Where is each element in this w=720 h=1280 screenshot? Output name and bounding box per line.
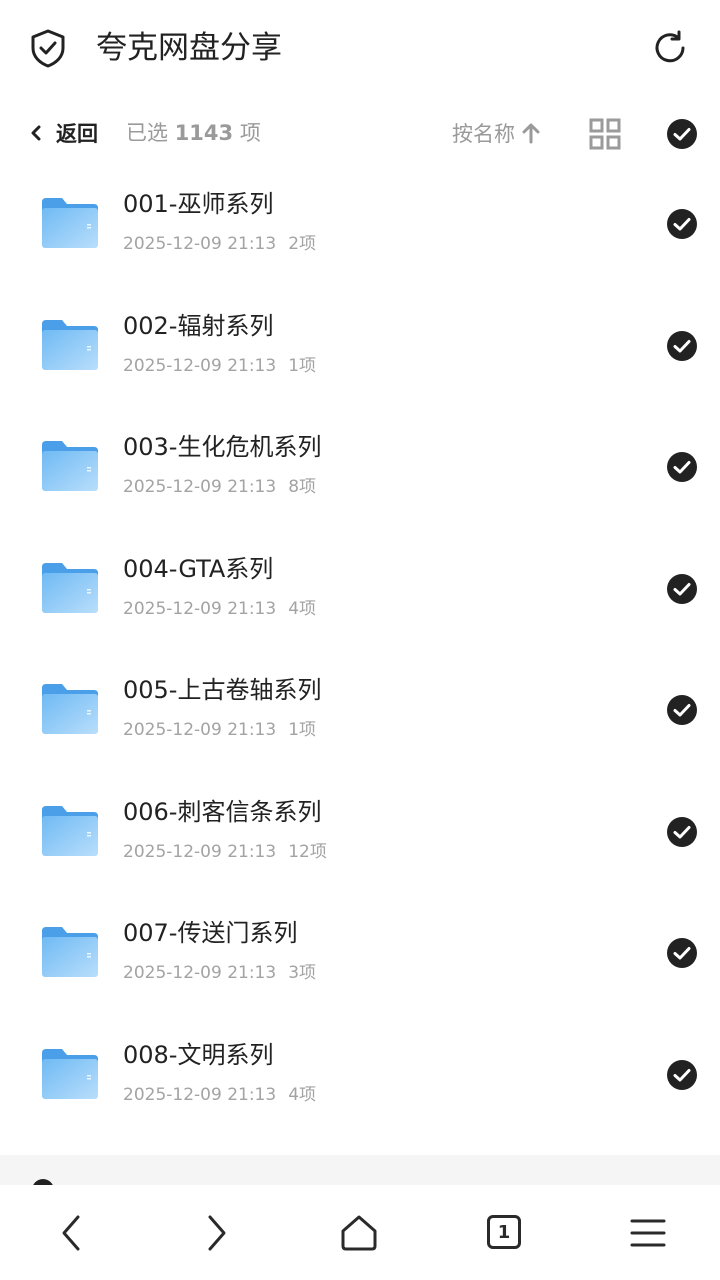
file-name: 005-上古卷轴系列 — [123, 676, 322, 704]
bottom-nav — [0, 1185, 720, 1280]
tip-banner — [0, 1155, 720, 1185]
shield-check-icon[interactable] — [28, 28, 68, 68]
file-date: 2025-12-09 21:13 — [123, 841, 277, 862]
file-meta: 2025-12-09 21:13 1项 — [123, 354, 316, 378]
file-item-count: 4项 — [288, 1084, 317, 1105]
file-date: 2025-12-09 21:13 — [123, 355, 277, 376]
row-checkbox[interactable] — [666, 694, 698, 726]
folder-icon — [42, 927, 98, 977]
selected-suffix: 项 — [239, 121, 261, 145]
row-checkbox[interactable] — [666, 816, 698, 848]
file-row[interactable]: 004-GTA系列 2025-12-09 21:13 4项 — [0, 527, 720, 649]
file-row[interactable]: 001-巫师系列 2025-12-09 21:13 2项 — [0, 162, 720, 284]
file-item-count: 4项 — [288, 598, 317, 619]
file-meta: 2025-12-09 21:13 3项 — [123, 961, 316, 985]
file-row[interactable]: 003-生化危机系列 2025-12-09 21:13 8项 — [0, 405, 720, 527]
sort-button[interactable]: 按名称 — [452, 108, 541, 158]
sort-label: 按名称 — [452, 122, 515, 146]
file-item-count: 1项 — [288, 355, 317, 376]
selection-bar: 返回 已选 1143 项 按名称 — [0, 108, 720, 158]
file-item-count: 1项 — [288, 720, 317, 740]
row-checkbox[interactable] — [666, 1059, 698, 1091]
select-all-checkbox[interactable] — [666, 118, 698, 150]
file-date: 2025-12-09 21:13 — [123, 598, 277, 619]
arrow-up-icon — [522, 123, 540, 144]
back-label: 返回 — [56, 122, 98, 146]
tabs-button[interactable]: 1 — [487, 1215, 521, 1249]
file-row[interactable]: 007-传送门系列 2025-12-09 21:13 3项 — [0, 891, 720, 1013]
file-meta: 2025-12-09 21:13 8项 — [123, 475, 316, 499]
file-row[interactable]: 008-文明系列 2025-12-09 21:13 4项 — [0, 1013, 720, 1135]
file-item-count: 2项 — [288, 234, 317, 254]
folder-icon — [42, 198, 98, 248]
file-item-count: 12项 — [288, 841, 327, 862]
file-date: 2025-12-09 21:13 — [123, 234, 277, 254]
file-date: 2025-12-09 21:13 — [123, 963, 277, 983]
row-checkbox[interactable] — [666, 937, 698, 969]
file-date: 2025-12-09 21:13 — [123, 1084, 277, 1105]
folder-icon — [42, 562, 98, 613]
file-name: 001-巫师系列 — [123, 190, 274, 218]
selected-count-text: 已选 1143 项 — [126, 108, 261, 158]
file-date: 2025-12-09 21:13 — [123, 720, 277, 740]
file-row[interactable]: 006-刺客信条系列 2025-12-09 21:13 12项 — [0, 770, 720, 892]
folder-icon — [42, 805, 98, 856]
selected-count: 1143 — [174, 121, 234, 145]
file-row[interactable]: 002-辐射系列 2025-12-09 21:13 1项 — [0, 284, 720, 406]
menu-icon[interactable] — [628, 1213, 668, 1253]
folder-icon — [42, 1048, 98, 1099]
file-meta: 2025-12-09 21:13 12项 — [123, 840, 327, 864]
folder-icon — [42, 441, 98, 491]
page-title: 夸克网盘分享 — [96, 30, 282, 66]
file-meta: 2025-12-09 21:13 4项 — [123, 1083, 316, 1107]
selected-prefix: 已选 — [126, 121, 168, 145]
home-icon[interactable] — [339, 1213, 379, 1253]
file-meta: 2025-12-09 21:13 1项 — [123, 718, 316, 742]
back-nav-icon[interactable] — [52, 1213, 92, 1253]
row-checkbox[interactable] — [666, 208, 698, 240]
forward-nav-icon[interactable] — [196, 1213, 236, 1253]
row-checkbox[interactable] — [666, 451, 698, 483]
file-name: 006-刺客信条系列 — [123, 797, 322, 826]
file-meta: 2025-12-09 21:13 2项 — [123, 232, 316, 256]
file-item-count: 3项 — [288, 963, 317, 983]
file-name: 003-生化危机系列 — [123, 433, 322, 461]
row-checkbox[interactable] — [666, 573, 698, 605]
folder-icon — [42, 319, 98, 370]
file-row[interactable]: 005-上古卷轴系列 2025-12-09 21:13 1项 — [0, 648, 720, 770]
grid-view-icon[interactable] — [588, 117, 622, 151]
file-name: 007-传送门系列 — [123, 919, 298, 947]
header: 夸克网盘分享 — [0, 0, 720, 96]
file-name: 004-GTA系列 — [123, 554, 274, 583]
chevron-left-icon — [31, 125, 41, 141]
file-name: 008-文明系列 — [123, 1040, 274, 1069]
refresh-icon[interactable] — [650, 28, 690, 68]
file-item-count: 8项 — [288, 477, 317, 497]
file-meta: 2025-12-09 21:13 4项 — [123, 597, 316, 621]
back-button[interactable]: 返回 — [28, 108, 98, 158]
file-date: 2025-12-09 21:13 — [123, 477, 277, 497]
row-checkbox[interactable] — [666, 330, 698, 362]
folder-icon — [42, 684, 98, 734]
file-name: 002-辐射系列 — [123, 311, 274, 340]
file-list: 001-巫师系列 2025-12-09 21:13 2项 002-辐射系列 202… — [0, 162, 720, 1134]
